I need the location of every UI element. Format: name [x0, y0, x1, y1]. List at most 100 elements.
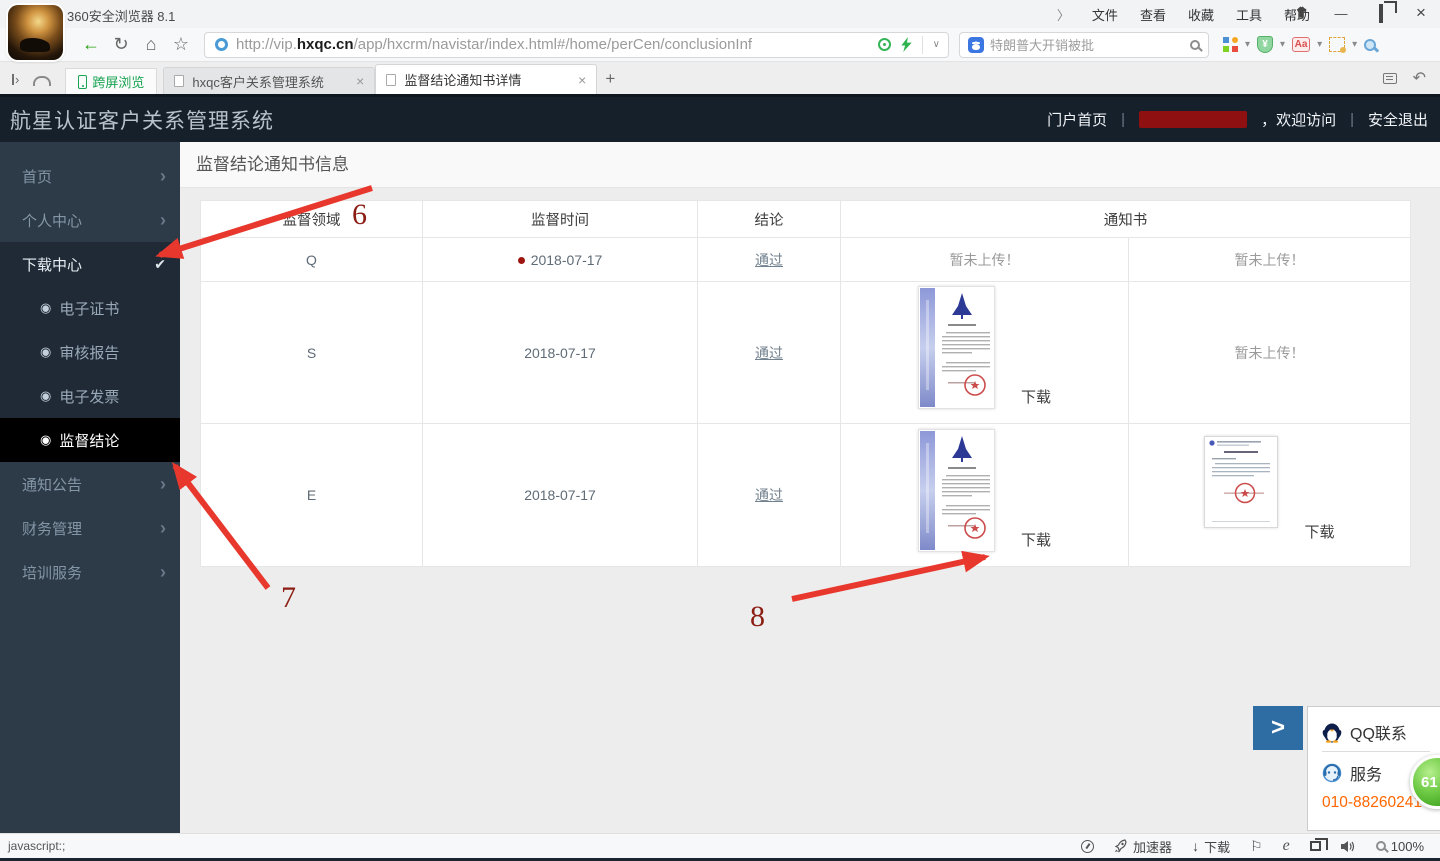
skin-icon[interactable]	[1288, 5, 1314, 22]
page-title: 监督结论通知书信息	[180, 142, 1440, 188]
sidebar-item-download-center[interactable]: 下载中心 ✔	[0, 242, 180, 286]
search-input[interactable]: 特朗普大开销被批	[990, 35, 1190, 54]
conclusion-link[interactable]: 通过	[755, 252, 783, 268]
document-thumbnail[interactable]	[1204, 436, 1279, 528]
maximize-button[interactable]	[1368, 3, 1394, 23]
home-button[interactable]: ⌂	[136, 34, 166, 55]
lightning-icon[interactable]	[901, 37, 912, 52]
sidebar-item-finance[interactable]: 财务管理 ›	[0, 506, 180, 550]
zoom-icon	[1375, 841, 1386, 851]
ie-compat-icon[interactable]: e	[1283, 837, 1290, 855]
site-info-icon[interactable]	[215, 38, 228, 51]
red-dot-icon	[517, 256, 525, 264]
app-title: 航星认证客户关系管理系统	[10, 109, 274, 133]
browser-window: 360安全浏览器 8.1 〉 文件 查看 收藏 工具 帮助 — × ← ↻ ⌂ …	[0, 0, 1440, 861]
certificate-thumbnail[interactable]	[917, 286, 995, 409]
address-bar[interactable]: http://vip.hxqc.cn/app/hxcrm/navistar/in…	[204, 31, 949, 58]
certificate-thumbnail[interactable]	[917, 428, 995, 552]
cloud-sync-icon[interactable]	[33, 76, 52, 86]
menu-favorites[interactable]: 收藏	[1188, 5, 1214, 24]
shield-dropdown-icon[interactable]: ▾	[1280, 39, 1285, 50]
apps-dropdown-icon[interactable]: ▾	[1245, 39, 1250, 50]
tab-bar: › 跨屏浏览 hxqc客户关系管理系统 × 监督结论通知书详情 × + ↶	[0, 62, 1440, 94]
notice-cell: 下载	[1128, 423, 1411, 567]
sidebar-item-e-certificate[interactable]: ◉ 电子证书	[0, 286, 180, 330]
sidebar-item-personal-center[interactable]: 个人中心 ›	[0, 198, 180, 242]
search-engine-icon[interactable]	[968, 36, 984, 53]
chevron-right-icon: ›	[160, 561, 166, 582]
sidebar-item-audit-report[interactable]: ◉ 审核报告	[0, 330, 180, 374]
logout-link[interactable]: 安全退出	[1368, 109, 1428, 130]
tab-notice-detail[interactable]: 监督结论通知书详情 ×	[375, 64, 598, 94]
sidebar-item-notices[interactable]: 通知公告 ›	[0, 462, 180, 506]
url-text[interactable]: http://vip.hxqc.cn/app/hxcrm/navistar/in…	[236, 36, 878, 53]
table-row: Q 2018-07-17 通过 暂未上传！ 暂未上传！	[200, 237, 1411, 282]
translate-dropdown-icon[interactable]: ▾	[1317, 39, 1322, 50]
speaker-icon[interactable]	[1340, 840, 1356, 853]
conclusion-link[interactable]: 通过	[755, 345, 783, 361]
zoom-control[interactable]: 100%	[1375, 839, 1424, 854]
radio-dot-icon: ◉	[40, 388, 52, 403]
user-avatar[interactable]	[8, 5, 63, 60]
download-link[interactable]: 下载	[1021, 386, 1051, 409]
tab-crm-system[interactable]: hxqc客户关系管理系统 ×	[163, 67, 376, 94]
notice-cell: 下载	[840, 281, 1129, 424]
tab-close-icon[interactable]: ×	[578, 72, 586, 88]
radio-dot-icon: ◉	[40, 300, 52, 315]
cross-screen-button[interactable]: 跨屏浏览	[65, 68, 158, 94]
sidebar-item-e-invoice[interactable]: ◉ 电子发票	[0, 374, 180, 418]
menu-file[interactable]: 文件	[1092, 5, 1118, 24]
search-box[interactable]: 特朗普大开销被批	[959, 31, 1209, 58]
tab-list-icon[interactable]: ›	[12, 72, 19, 87]
reading-list-icon[interactable]	[1382, 72, 1397, 84]
portal-home-link[interactable]: 门户首页	[1047, 109, 1107, 130]
col-supervision-field: 监督领域	[200, 200, 423, 238]
conclusion-link[interactable]: 通过	[755, 487, 783, 503]
menu-tools[interactable]: 工具	[1236, 5, 1262, 24]
qq-panel-collapse-button[interactable]: >	[1253, 706, 1303, 750]
download-link[interactable]: 下载	[1304, 521, 1334, 544]
new-tab-button[interactable]: +	[605, 69, 615, 89]
downloads-button[interactable]: ↓ 下载	[1192, 837, 1230, 856]
sidebar-item-training[interactable]: 培训服务 ›	[0, 550, 180, 594]
table-row: S 2018-07-17 通过 下载 暂未上传！	[200, 281, 1411, 424]
bookmark-star-button[interactable]: ☆	[166, 34, 196, 55]
field-cell: Q	[200, 237, 423, 282]
close-button[interactable]: ×	[1408, 3, 1434, 23]
snapshot-icon[interactable]	[877, 38, 891, 51]
minimize-button[interactable]: —	[1328, 6, 1354, 21]
date-cell: 2018-07-17	[422, 423, 698, 567]
col-supervision-time: 监督时间	[422, 200, 698, 238]
sidebar-item-home[interactable]: 首页 ›	[0, 154, 180, 198]
network-speed-icon[interactable]	[1081, 839, 1095, 853]
restore-tab-icon[interactable]: ↶	[1413, 68, 1426, 88]
qq-contact-item[interactable]: QQ联系	[1322, 715, 1440, 749]
field-cell: E	[200, 423, 423, 567]
magnifier-icon[interactable]	[1364, 38, 1377, 51]
back-button[interactable]: ←	[76, 34, 106, 55]
refresh-button[interactable]: ↻	[106, 34, 136, 55]
page-icon	[386, 73, 397, 86]
download-link[interactable]: 下载	[1021, 529, 1051, 552]
notice-cell: 下载	[840, 423, 1129, 567]
restore-icon	[1379, 3, 1383, 23]
app-header: 航星认证客户关系管理系统 门户首页 | ，欢迎访问 | 安全退出	[0, 97, 1440, 142]
sidebar-item-supervision-conclusion[interactable]: ◉ 监督结论	[0, 418, 180, 462]
menu-overflow-icon[interactable]: 〉	[1057, 5, 1070, 24]
apps-grid-icon[interactable]	[1223, 37, 1238, 52]
window-mode-icon[interactable]	[1309, 838, 1328, 851]
translate-icon[interactable]: Aa	[1292, 37, 1311, 52]
chevron-right-icon: ›	[160, 209, 166, 230]
table-header-row: 监督领域 监督时间 结论 通知书	[200, 200, 1411, 238]
main-content: 监督结论通知书信息 监督领域 监督时间 结论 通知书 Q 2018-07-17 …	[180, 142, 1440, 833]
accelerator-button[interactable]: 加速器	[1114, 837, 1172, 856]
screenshot-icon[interactable]	[1329, 37, 1347, 53]
search-icon[interactable]	[1190, 39, 1200, 50]
report-flag-icon[interactable]: ⚐	[1250, 838, 1263, 855]
money-shield-icon[interactable]: ¥	[1257, 36, 1274, 53]
screenshot-dropdown-icon[interactable]: ▾	[1352, 39, 1357, 50]
addressbar-dropdown-icon[interactable]: ∨	[933, 39, 940, 50]
welcome-text: ，欢迎访问	[1261, 112, 1337, 129]
menu-view[interactable]: 查看	[1140, 5, 1166, 24]
tab-close-icon[interactable]: ×	[356, 73, 364, 89]
